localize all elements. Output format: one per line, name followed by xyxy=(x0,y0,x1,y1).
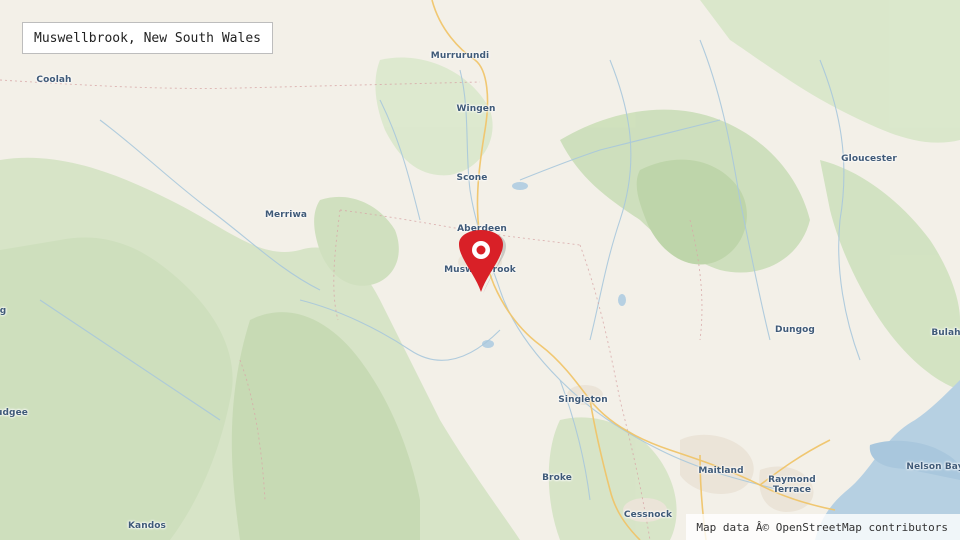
place-label-coolah: Coolah xyxy=(36,75,72,85)
place-label-dungog: Dungog xyxy=(775,325,815,335)
place-label-bulah: Bulah xyxy=(931,328,960,338)
place-label-merriwa: Merriwa xyxy=(264,210,308,220)
place-label-scone: Scone xyxy=(456,173,488,183)
location-title-text: Muswellbrook, New South Wales xyxy=(34,30,261,46)
place-label-west-edge: g xyxy=(0,306,7,316)
map-pin-icon[interactable] xyxy=(458,230,508,296)
place-label-cessnock: Cessnock xyxy=(623,510,673,520)
place-label-maitland: Maitland xyxy=(698,466,744,476)
location-title-box: Muswellbrook, New South Wales xyxy=(22,22,273,54)
place-label-mudgee: udgee xyxy=(0,408,28,418)
place-label-raymond: Raymond xyxy=(768,475,816,485)
place-label-nelson-bay: Nelson Bay xyxy=(906,462,960,472)
place-label-broke: Broke xyxy=(542,473,572,483)
place-label-murrurundi: Murrurundi xyxy=(430,51,490,61)
attribution-text[interactable]: Map data Â© OpenStreetMap contributors xyxy=(696,521,948,534)
place-label-gloucester: Gloucester xyxy=(841,154,897,164)
place-label-kandos: Kandos xyxy=(127,521,167,531)
map-viewport[interactable]: Murrurundi Coolah Wingen Scone Glouceste… xyxy=(0,0,960,540)
map-attribution[interactable]: Map data Â© OpenStreetMap contributors xyxy=(686,514,960,540)
place-label-terrace: Terrace xyxy=(772,485,812,495)
place-label-wingen: Wingen xyxy=(456,104,496,114)
place-label-singleton: Singleton xyxy=(558,395,608,405)
